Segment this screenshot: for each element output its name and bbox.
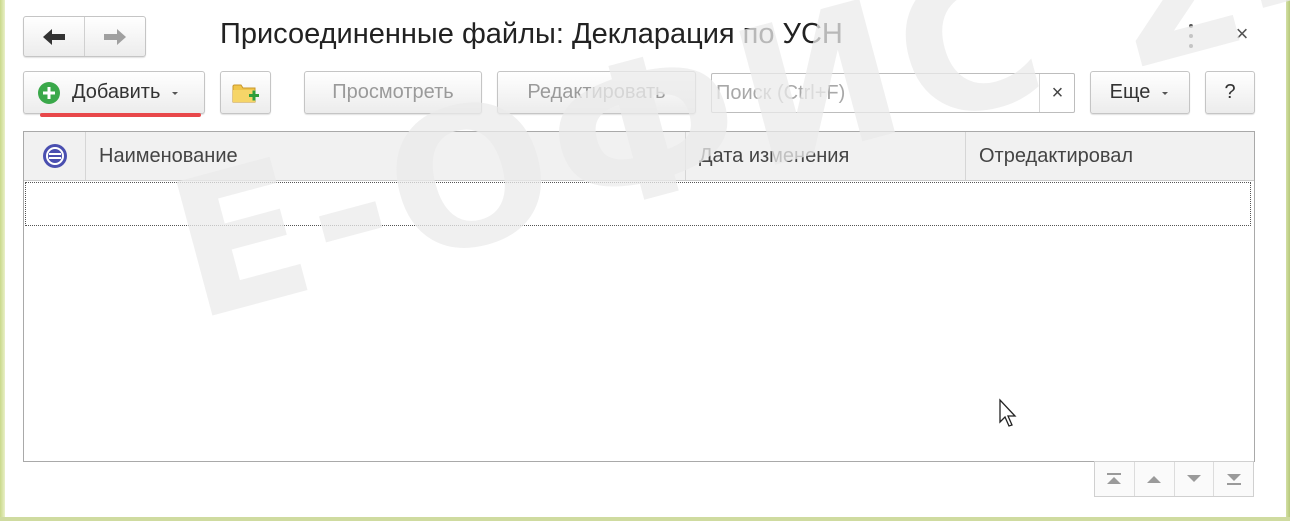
search-field: × [711,73,1075,113]
table-row[interactable] [25,182,1251,226]
files-table: Наименование Дата изменения Отредактиров… [23,131,1255,462]
view-button-label: Просмотреть [332,81,454,103]
mouse-cursor-icon [999,398,1017,427]
more-button-label: Еще [1109,81,1151,103]
header-icon-column[interactable] [24,132,86,180]
file-status-icon [42,144,67,168]
edit-button[interactable]: Редактировать [497,71,696,114]
column-header-edited-by[interactable]: Отредактировал [966,132,1254,180]
triangle-down-icon [1186,475,1201,482]
scroll-up-button[interactable] [1133,462,1174,496]
first-row-icon [1107,473,1122,484]
add-button-highlight [40,113,201,117]
close-button[interactable]: × [1230,22,1254,46]
triangle-up-icon [1147,476,1162,483]
table-header: Наименование Дата изменения Отредактиров… [24,132,1254,181]
column-header-modified-date[interactable]: Дата изменения [686,132,966,180]
add-folder-button[interactable] [220,71,271,114]
back-button[interactable] [24,17,84,56]
more-actions-menu-icon[interactable] [1183,24,1199,48]
attached-files-window: Присоединенные файлы: Декларация по УСН … [0,0,1290,521]
plus-circle-icon [38,81,60,104]
window-title: Присоединенные файлы: Декларация по УСН [220,18,843,50]
add-button-label: Добавить [72,81,161,103]
help-button[interactable]: ? [1205,71,1255,114]
window-edge-left [0,0,5,521]
window-edge-right [1286,0,1290,521]
arrow-left-icon [43,28,65,45]
navigation-buttons [23,16,146,57]
window-edge-bottom [0,517,1290,521]
search-input[interactable] [712,74,1038,112]
arrow-right-icon [104,28,126,45]
last-row-icon [1226,474,1241,485]
edit-button-label: Редактировать [527,81,666,103]
help-button-label: ? [1224,81,1236,103]
forward-button[interactable] [84,17,145,56]
row-navigation [1094,461,1254,497]
search-clear-button[interactable]: × [1039,74,1075,112]
add-button[interactable]: Добавить [23,71,205,114]
more-button[interactable]: Еще [1090,71,1190,114]
column-header-name[interactable]: Наименование [86,132,686,180]
folder-add-icon [232,84,259,102]
view-button[interactable]: Просмотреть [304,71,482,114]
scroll-to-top-button[interactable] [1095,462,1134,496]
scroll-down-button[interactable] [1173,462,1214,496]
scroll-to-bottom-button[interactable] [1213,462,1253,496]
dropdown-arrow-icon [172,91,179,95]
dropdown-arrow-icon [1162,91,1169,95]
